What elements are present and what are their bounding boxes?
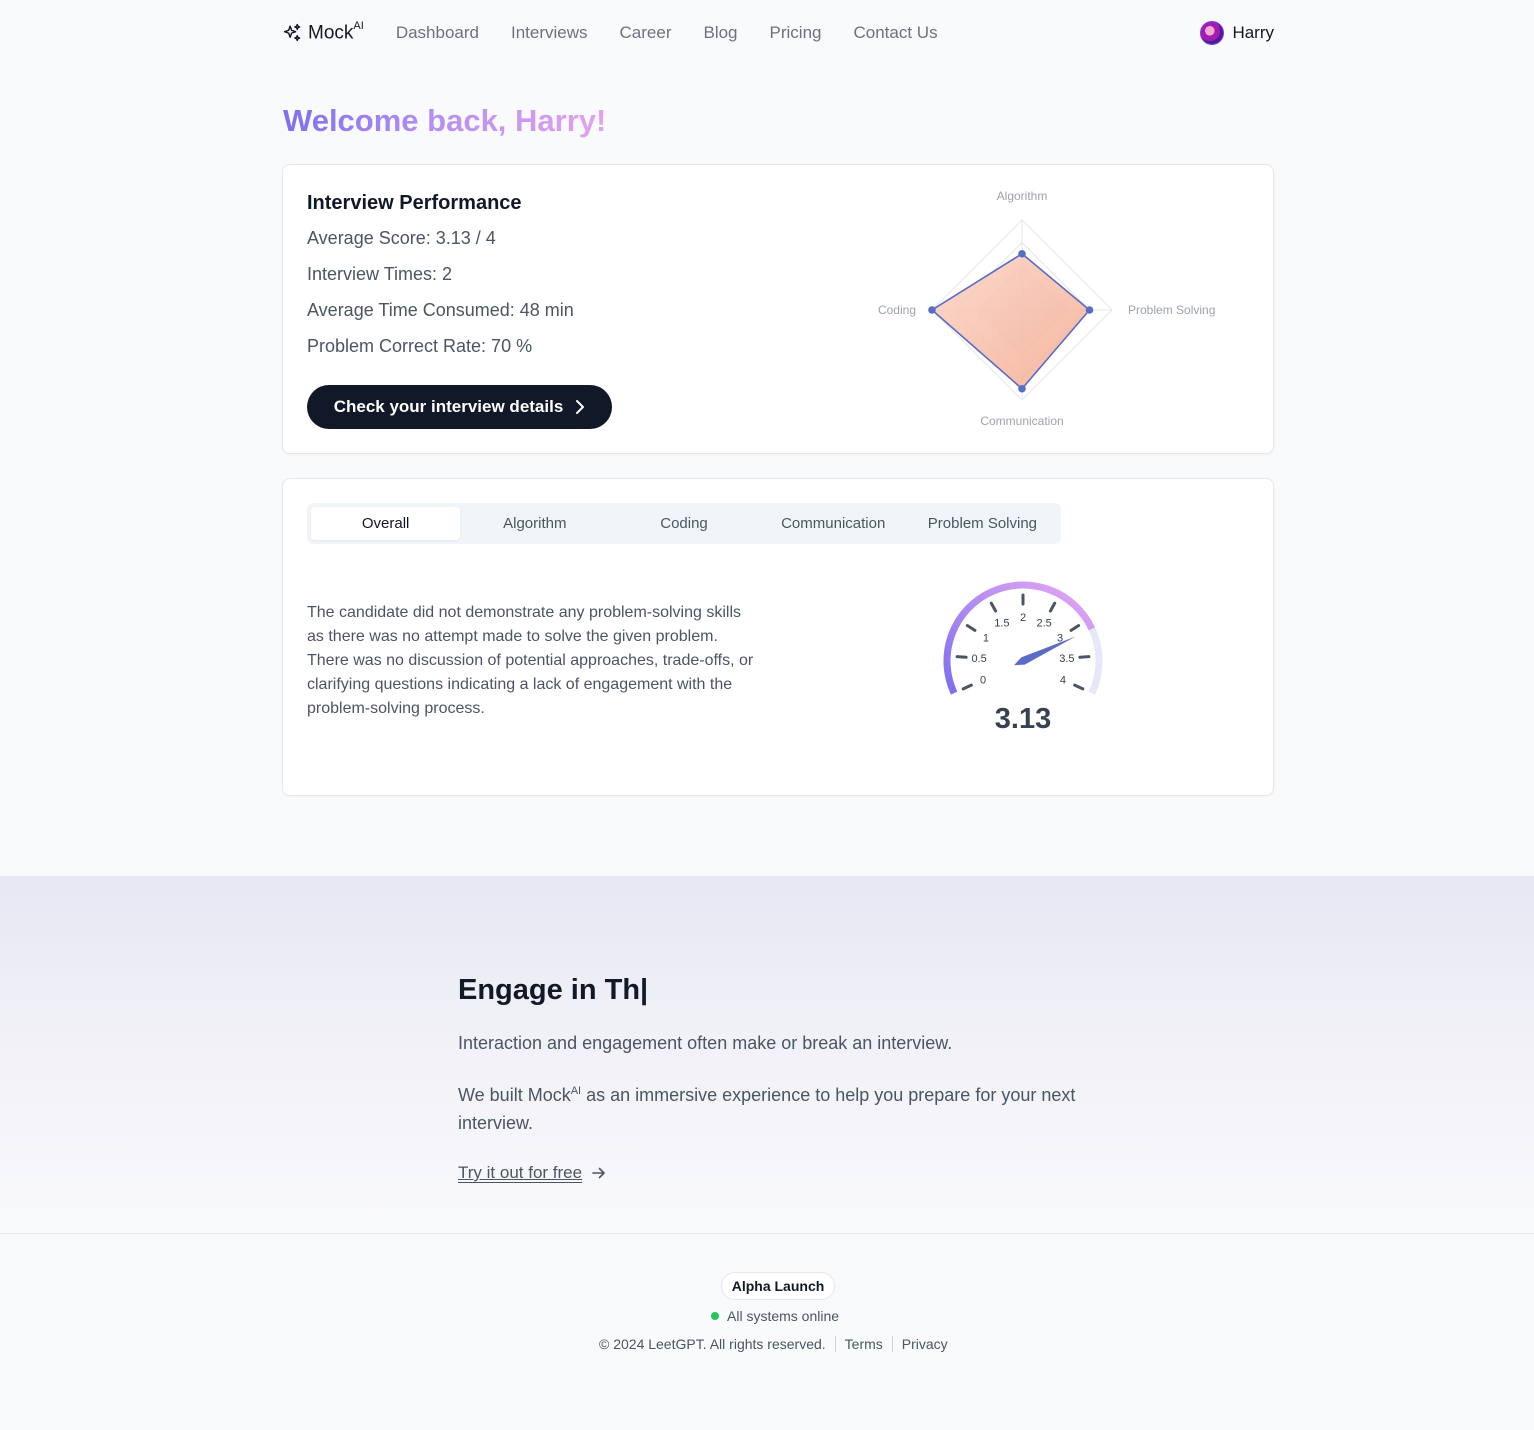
system-status: All systems online: [711, 1308, 839, 1324]
footer-links: © 2024 LeetGPT. All rights reserved. Ter…: [599, 1336, 948, 1352]
engage-title: Engage in Th|: [458, 974, 649, 1006]
arrow-right-icon: [592, 1167, 605, 1179]
radar-point-coding: [928, 306, 936, 314]
engage-paragraph-1: Interaction and engagement often make or…: [458, 1033, 953, 1053]
nav-dashboard[interactable]: Dashboard: [396, 23, 479, 43]
copyright: © 2024 LeetGPT. All rights reserved.: [599, 1336, 826, 1352]
nav-interviews[interactable]: Interviews: [511, 23, 588, 43]
check-interview-details-button[interactable]: Check your interview details: [307, 385, 612, 429]
radar-point-problem-solving: [1085, 306, 1094, 314]
gauge-tick: [1069, 624, 1081, 632]
gauge-tick-label: 0: [980, 675, 986, 687]
feedback-text: The candidate did not demonstrate any pr…: [307, 604, 754, 717]
divider: [891, 1336, 893, 1352]
welcome-heading: Welcome back, Harry!: [283, 103, 607, 138]
tab-communication[interactable]: Communication: [759, 507, 908, 540]
gauge-tick: [1048, 601, 1057, 613]
avatar: [1200, 21, 1225, 45]
alpha-launch-badge: Alpha Launch: [721, 1272, 835, 1300]
sparkles-icon: [283, 24, 301, 42]
gauge-tick: [965, 624, 977, 632]
gauge-tick: [955, 655, 968, 659]
gauge-tick: [989, 601, 998, 613]
terms-link[interactable]: Terms: [845, 1336, 883, 1352]
performance-card: Interview Performance Average Score: 3.1…: [282, 164, 1274, 454]
user-menu[interactable]: Harry: [1200, 21, 1274, 45]
status-dot-icon: [711, 1312, 719, 1320]
radar-point-communication: [1018, 384, 1026, 393]
nav-pricing[interactable]: Pricing: [770, 23, 822, 43]
radar-axis-label-problem-solving: Problem Solving: [1128, 303, 1215, 317]
gauge-tick: [1073, 683, 1085, 691]
gauge-tick-label: 4: [1060, 675, 1066, 687]
gauge-tick-label: 3.5: [1059, 653, 1074, 665]
performance-title: Interview Performance: [307, 192, 522, 214]
nav-contact-us[interactable]: Contact Us: [853, 23, 937, 43]
cta-label: Check your interview details: [333, 397, 564, 416]
radar-axis-label-communication: Communication: [980, 414, 1063, 428]
gauge-tick-label: 2.5: [1037, 617, 1052, 629]
main-nav: Dashboard Interviews Career Blog Pricing…: [396, 23, 938, 43]
try-link-label: Try it out for free: [458, 1163, 583, 1182]
skills-radar-chart: Algorithm Problem Solving Communication Cod…: [878, 189, 1215, 428]
tab-coding[interactable]: Coding: [609, 507, 758, 540]
divider: [834, 1336, 836, 1352]
nav-blog[interactable]: Blog: [703, 23, 737, 43]
radar-series-area: [930, 252, 1091, 390]
score-gauge: 00.511.5 2 2.533.543.13: [943, 581, 1103, 735]
chevron-right-icon: [576, 400, 585, 414]
gauge-tick: [961, 683, 973, 691]
radar-point-algorithm: [1018, 249, 1026, 258]
gauge-value-label: 3.13: [995, 703, 1051, 735]
interview-times: Interview Times: 2: [307, 264, 453, 284]
status-text: All systems online: [727, 1308, 840, 1324]
nav-career[interactable]: Career: [620, 23, 672, 43]
gauge-tick-label: 0.5: [971, 653, 986, 665]
problem-correct-rate: Problem Correct Rate: 70 %: [307, 336, 533, 356]
tab-problem-solving[interactable]: Problem Solving: [908, 507, 1057, 540]
brand-logo[interactable]: MockAI: [283, 19, 364, 44]
tab-overall[interactable]: Overall: [311, 507, 461, 540]
gauge-tick-label: 2: [1020, 612, 1026, 624]
average-score: Average Score: 3.13 / 4: [307, 228, 496, 248]
radar-axis-label-coding: Coding: [878, 303, 916, 317]
score-breakdown-card: Overall Algorithm Coding Communication P…: [282, 478, 1274, 796]
gauge-tick: [1078, 655, 1091, 659]
average-time-consumed: Average Time Consumed: 48 min: [307, 300, 574, 320]
top-navbar: MockAI Dashboard Interviews Career Blog …: [283, 18, 1274, 48]
user-name: Harry: [1232, 23, 1274, 42]
gauge-tick-label: 1: [983, 632, 989, 644]
radar-axis-label-algorithm: Algorithm: [997, 189, 1048, 203]
engage-paragraph-2: We built MockAI as an immersive experien…: [458, 1085, 1076, 1133]
tab-algorithm[interactable]: Algorithm: [460, 507, 609, 540]
brand-name: MockAI: [308, 19, 364, 44]
try-for-free-link[interactable]: Try it out for free: [458, 1163, 606, 1183]
privacy-link[interactable]: Privacy: [902, 1336, 948, 1352]
score-tabs: Overall Algorithm Coding Communication P…: [307, 503, 1061, 544]
gauge-tick-label: 1.5: [994, 617, 1009, 629]
